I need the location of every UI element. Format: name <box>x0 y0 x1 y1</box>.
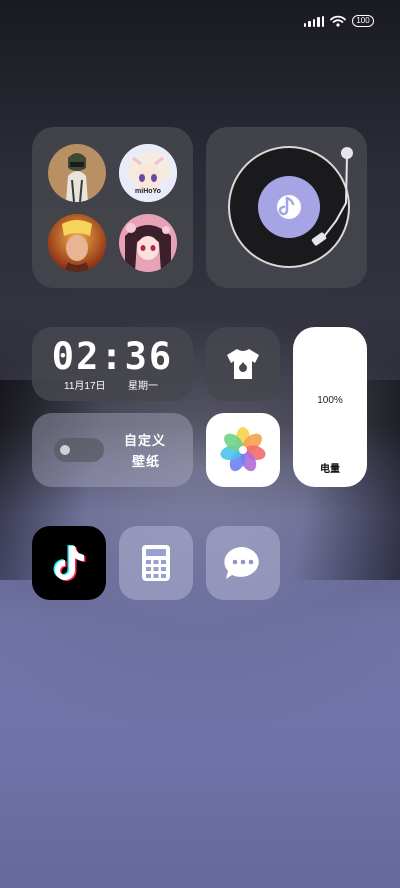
tshirt-icon <box>227 349 259 379</box>
messages-icon <box>224 546 259 579</box>
wallpaper-label-line1: 自定义 <box>124 434 167 449</box>
status-bar: 100 <box>303 12 374 30</box>
clock-time: 02:36 <box>51 335 174 378</box>
mihoyo-label: miHoYo <box>135 188 161 195</box>
custom-wallpaper-widget[interactable]: 自定义 壁纸 <box>32 413 193 487</box>
honor-of-kings-game-icon[interactable] <box>48 214 106 272</box>
clock-widget[interactable]: 02:36 11月17日 星期一 <box>32 327 193 401</box>
music-note-icon <box>277 195 301 219</box>
battery-level-text: 100 <box>356 16 370 25</box>
clock-date: 11月17日 <box>64 381 106 392</box>
battery-percent-text: 100% <box>317 395 343 406</box>
tiktok-icon <box>53 545 86 581</box>
anime-game-icon[interactable] <box>119 214 177 272</box>
wifi-icon <box>330 15 346 27</box>
clock-weekday: 星期一 <box>128 381 158 392</box>
battery-label: 电量 <box>320 464 340 475</box>
music-player-widget[interactable] <box>206 127 367 288</box>
wallpaper-label-line2: 壁纸 <box>132 455 161 470</box>
toggle-knob <box>60 445 70 455</box>
genshin-game-icon[interactable]: miHoYo <box>119 144 177 202</box>
games-folder[interactable]: miHoYo <box>32 127 193 288</box>
calculator-app[interactable] <box>119 526 193 600</box>
tonearm <box>311 147 353 246</box>
battery-widget[interactable]: 100% 电量 <box>293 327 367 487</box>
battery-icon: 100 <box>352 15 374 27</box>
signal-icon <box>303 15 324 27</box>
tiktok-app[interactable] <box>32 526 106 600</box>
messages-app[interactable] <box>206 526 280 600</box>
theme-widget[interactable] <box>206 327 280 401</box>
calculator-icon <box>142 545 170 581</box>
photos-app[interactable] <box>206 413 280 487</box>
photos-flower-icon <box>220 427 266 472</box>
pubg-game-icon[interactable] <box>48 144 106 202</box>
wallpaper-toggle[interactable] <box>54 438 104 462</box>
